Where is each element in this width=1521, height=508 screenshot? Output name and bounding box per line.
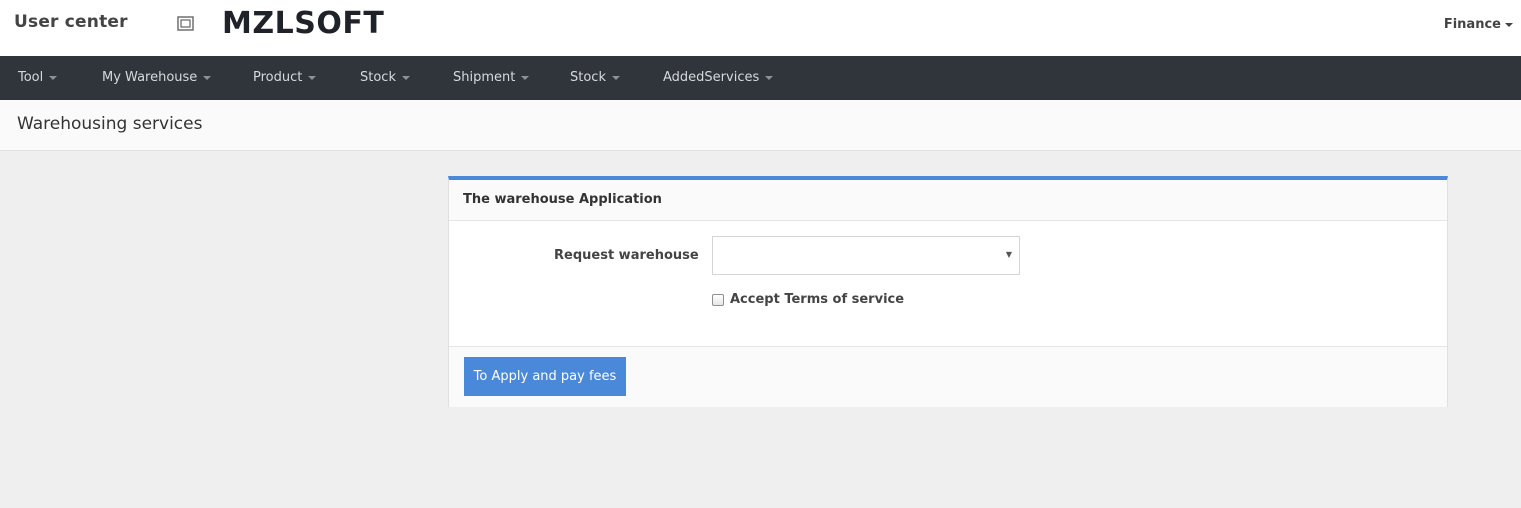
caret-down-icon xyxy=(611,75,620,80)
nav-item-stock-2[interactable]: Stock xyxy=(570,56,620,100)
nav-item-label: AddedServices xyxy=(663,70,760,85)
warehouse-application-panel: The warehouse Application Request wareho… xyxy=(448,176,1448,407)
dropdown-arrow-icon: ▼ xyxy=(1005,250,1012,259)
panel-heading: The warehouse Application xyxy=(449,180,1447,221)
accept-terms-checkbox[interactable] xyxy=(712,294,724,306)
nav-item-label: Stock xyxy=(570,70,606,85)
nav-item-shipment[interactable]: Shipment xyxy=(453,56,530,100)
caret-down-icon xyxy=(1505,22,1513,27)
caret-down-icon xyxy=(308,75,317,80)
nav-item-label: Tool xyxy=(18,70,44,85)
nav-item-product[interactable]: Product xyxy=(253,56,317,100)
fullscreen-toggle-icon[interactable] xyxy=(177,16,194,31)
page-title-bar: Warehousing services xyxy=(0,100,1521,151)
accept-terms-label[interactable]: Accept Terms of service xyxy=(730,292,904,307)
user-menu-label: Finance xyxy=(1443,17,1501,32)
apply-and-pay-button[interactable]: To Apply and pay fees xyxy=(464,357,626,396)
nav-item-stock[interactable]: Stock xyxy=(360,56,410,100)
page-title: Warehousing services xyxy=(17,114,203,134)
nav-item-my-warehouse[interactable]: My Warehouse xyxy=(102,56,212,100)
brand-logo[interactable]: MZLSOFT xyxy=(222,6,384,41)
nav-item-label: Product xyxy=(253,70,303,85)
request-warehouse-select[interactable]: ▼ xyxy=(712,236,1020,275)
caret-down-icon xyxy=(49,75,58,80)
caret-down-icon xyxy=(521,75,530,80)
panel-title: The warehouse Application xyxy=(463,192,662,207)
nav-item-label: My Warehouse xyxy=(102,70,198,85)
top-header: User center MZLSOFT Finance xyxy=(0,0,1521,56)
main-navbar: Tool My Warehouse Product Stock Shipment… xyxy=(0,56,1521,100)
nav-item-tool[interactable]: Tool xyxy=(18,56,58,100)
nav-item-label: Stock xyxy=(360,70,396,85)
user-menu-dropdown[interactable]: Finance xyxy=(1444,17,1513,32)
nav-item-label: Shipment xyxy=(453,70,516,85)
caret-down-icon xyxy=(401,75,410,80)
caret-down-icon xyxy=(765,75,774,80)
caret-down-icon xyxy=(203,75,212,80)
nav-item-added-services[interactable]: AddedServices xyxy=(663,56,774,100)
panel-footer: To Apply and pay fees xyxy=(449,346,1447,407)
user-center-title: User center xyxy=(14,12,128,32)
request-warehouse-label: Request warehouse xyxy=(554,248,699,263)
